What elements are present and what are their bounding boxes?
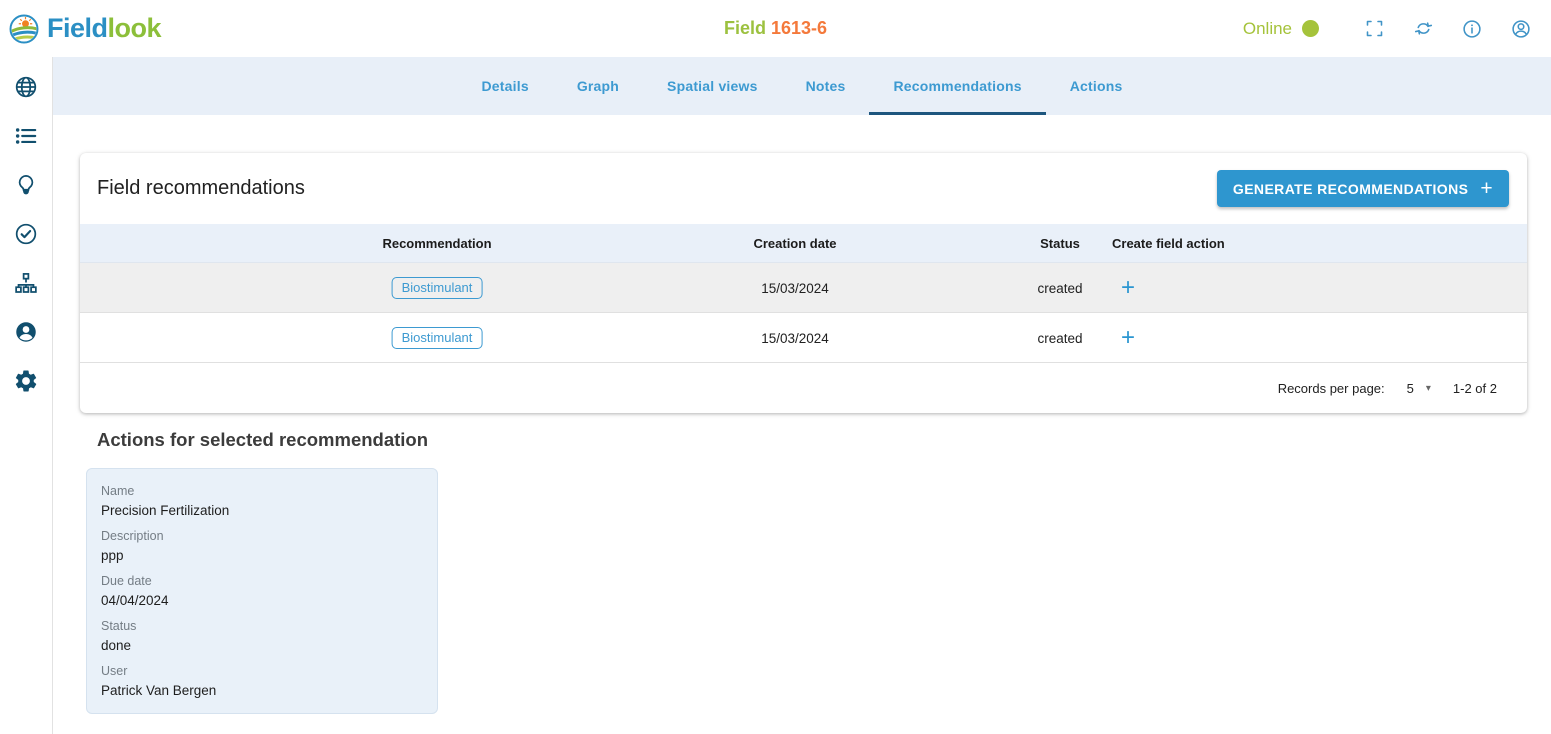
column-header-create-field-action: Create field action bbox=[1112, 224, 1225, 263]
field-value: 04/04/2024 bbox=[101, 591, 423, 610]
sidebar-item-recommendations[interactable] bbox=[13, 172, 39, 198]
table-row[interactable]: Biostimulant 15/03/2024 created + bbox=[80, 263, 1527, 313]
field-label: Description bbox=[101, 527, 423, 546]
field-label: Due date bbox=[101, 572, 423, 591]
page-title-field: Field bbox=[724, 18, 766, 38]
create-field-action-cell: + bbox=[1117, 263, 1139, 313]
tab-spatial-views[interactable]: Spatial views bbox=[643, 57, 782, 115]
field-label: User bbox=[101, 662, 423, 681]
sidebar bbox=[0, 57, 53, 734]
sidebar-item-hierarchy[interactable] bbox=[13, 270, 39, 296]
sidebar-item-tasks[interactable] bbox=[13, 221, 39, 247]
field-group-due-date: Due date 04/04/2024 bbox=[101, 572, 423, 610]
fullscreen-button[interactable] bbox=[1354, 9, 1394, 49]
table-row[interactable]: Biostimulant 15/03/2024 created + bbox=[80, 313, 1527, 363]
records-per-page-value: 5 bbox=[1407, 381, 1414, 396]
table-pagination: Records per page: 5 ▾ 1-2 of 2 bbox=[80, 363, 1527, 413]
list-icon bbox=[13, 123, 39, 149]
brand-name-look: look bbox=[108, 13, 162, 43]
field-value: Precision Fertilization bbox=[101, 501, 423, 520]
generate-recommendations-label: GENERATE RECOMMENDATIONS bbox=[1233, 181, 1468, 197]
online-status-label: Online bbox=[1243, 19, 1292, 39]
creation-date-cell: 15/03/2024 bbox=[761, 313, 829, 363]
sidebar-item-account[interactable] bbox=[13, 319, 39, 345]
generate-recommendations-button[interactable]: GENERATE RECOMMENDATIONS + bbox=[1217, 170, 1509, 207]
field-value: ppp bbox=[101, 546, 423, 565]
status-cell: created bbox=[1037, 263, 1082, 313]
table-header-row: Recommendation Creation date Status Crea… bbox=[80, 224, 1527, 263]
recommendation-chip[interactable]: Biostimulant bbox=[392, 327, 483, 349]
info-button[interactable] bbox=[1452, 9, 1492, 49]
online-status-dot bbox=[1302, 20, 1319, 37]
tab-graph[interactable]: Graph bbox=[553, 57, 643, 115]
records-per-page-select[interactable]: 5 ▾ bbox=[1407, 381, 1431, 396]
caret-down-icon: ▾ bbox=[1426, 383, 1431, 394]
tab-bar: Details Graph Spatial views Notes Recomm… bbox=[53, 57, 1551, 115]
sync-button[interactable] bbox=[1403, 9, 1443, 49]
sidebar-item-list[interactable] bbox=[13, 123, 39, 149]
brand-name: Fieldlook bbox=[47, 13, 161, 44]
sync-icon bbox=[1413, 18, 1434, 39]
field-group-description: Description ppp bbox=[101, 527, 423, 565]
tab-recommendations[interactable]: Recommendations bbox=[869, 57, 1045, 115]
pagination-range: 1-2 of 2 bbox=[1453, 381, 1497, 396]
column-header-status: Status bbox=[1040, 224, 1080, 263]
main-content: Field recommendations GENERATE RECOMMEND… bbox=[53, 115, 1551, 734]
field-group-user: User Patrick Van Bergen bbox=[101, 662, 423, 700]
field-value: Patrick Van Bergen bbox=[101, 681, 423, 700]
column-header-recommendation: Recommendation bbox=[382, 224, 491, 263]
recommendation-cell: Biostimulant bbox=[392, 263, 483, 313]
field-recommendations-card: Field recommendations GENERATE RECOMMEND… bbox=[80, 153, 1527, 413]
online-status: Online bbox=[1243, 19, 1319, 39]
column-header-creation-date: Creation date bbox=[753, 224, 836, 263]
account-icon bbox=[1510, 18, 1532, 40]
create-field-action-cell: + bbox=[1117, 313, 1139, 363]
page-title-number: 1613-6 bbox=[771, 18, 827, 38]
check-circle-icon bbox=[13, 221, 39, 247]
field-group-status: Status done bbox=[101, 617, 423, 655]
fieldlook-logo-icon bbox=[9, 14, 39, 44]
header-controls: Online bbox=[1243, 0, 1541, 57]
tab-actions[interactable]: Actions bbox=[1046, 57, 1147, 115]
person-icon bbox=[13, 319, 39, 345]
globe-icon bbox=[13, 74, 39, 100]
field-group-name: Name Precision Fertilization bbox=[101, 482, 423, 520]
sidebar-item-settings[interactable] bbox=[13, 368, 39, 394]
create-field-action-button[interactable]: + bbox=[1117, 326, 1139, 350]
creation-date-cell: 15/03/2024 bbox=[761, 263, 829, 313]
selected-recommendation-card[interactable]: Name Precision Fertilization Description… bbox=[86, 468, 438, 714]
records-per-page-label: Records per page: bbox=[1278, 381, 1385, 396]
sidebar-item-map[interactable] bbox=[13, 74, 39, 100]
status-cell: created bbox=[1037, 313, 1082, 363]
create-field-action-button[interactable]: + bbox=[1117, 276, 1139, 300]
tab-details[interactable]: Details bbox=[458, 57, 553, 115]
card-header: Field recommendations GENERATE RECOMMEND… bbox=[80, 153, 1527, 224]
lightbulb-icon bbox=[13, 172, 39, 198]
brand: Fieldlook bbox=[0, 13, 161, 44]
field-label: Status bbox=[101, 617, 423, 636]
field-value: done bbox=[101, 636, 423, 655]
gear-icon bbox=[13, 368, 39, 394]
field-label: Name bbox=[101, 482, 423, 501]
recommendation-chip[interactable]: Biostimulant bbox=[392, 277, 483, 299]
recommendation-cell: Biostimulant bbox=[392, 313, 483, 363]
hierarchy-icon bbox=[13, 270, 39, 296]
actions-section-title: Actions for selected recommendation bbox=[97, 429, 428, 451]
plus-icon: + bbox=[1480, 178, 1493, 199]
tab-notes[interactable]: Notes bbox=[782, 57, 870, 115]
info-icon bbox=[1461, 18, 1483, 40]
app-header: Fieldlook Field 1613-6 Online bbox=[0, 0, 1551, 57]
card-title: Field recommendations bbox=[97, 177, 305, 200]
account-button[interactable] bbox=[1501, 9, 1541, 49]
brand-name-field: Field bbox=[47, 13, 108, 43]
fullscreen-icon bbox=[1364, 18, 1385, 39]
